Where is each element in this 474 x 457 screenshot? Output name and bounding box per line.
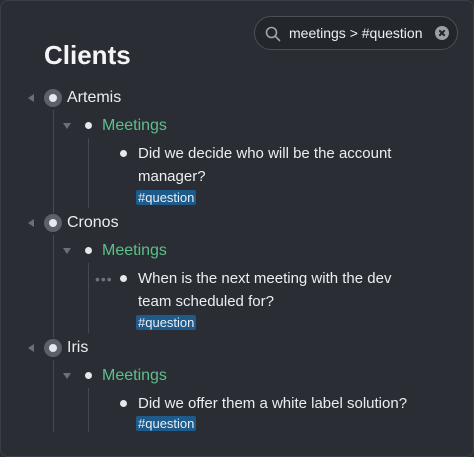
bullet-icon[interactable]	[44, 214, 62, 232]
bullet-icon[interactable]	[44, 339, 62, 357]
page-title: Clients	[44, 40, 131, 70]
bullet-icon[interactable]	[120, 400, 127, 407]
section-meetings[interactable]: Meetings	[102, 116, 167, 136]
question-line[interactable]: Did we decide who will be the account	[138, 142, 391, 165]
indent-guide	[53, 235, 54, 338]
indent-guide	[88, 138, 89, 208]
indent-guide	[88, 263, 89, 333]
more-dots-icon[interactable]: •••	[95, 272, 113, 286]
indent-guide	[53, 360, 54, 432]
search-query[interactable]: meetings > #question	[289, 17, 422, 49]
bullet-icon[interactable]	[85, 372, 92, 379]
bullet-icon[interactable]	[44, 89, 62, 107]
section-meetings[interactable]: Meetings	[102, 241, 167, 261]
question-line[interactable]: When is the next meeting with the dev	[138, 267, 391, 290]
search-icon[interactable]	[265, 26, 281, 42]
collapse-triangle-icon[interactable]	[63, 123, 71, 129]
indent-guide	[88, 388, 89, 432]
question-line[interactable]: team scheduled for?	[138, 290, 274, 313]
bullet-icon[interactable]	[85, 247, 92, 254]
tag-label[interactable]: #question	[136, 315, 197, 330]
collapse-triangle-icon[interactable]	[63, 248, 71, 254]
bullet-icon[interactable]	[120, 150, 127, 157]
clear-icon[interactable]	[435, 26, 449, 40]
collapse-triangle-icon[interactable]	[28, 344, 34, 352]
collapse-triangle-icon[interactable]	[28, 219, 34, 227]
client-name[interactable]: Iris	[67, 338, 88, 358]
question-line[interactable]: manager?	[138, 165, 206, 188]
search-bar[interactable]: meetings > #question	[254, 16, 458, 50]
collapse-triangle-icon[interactable]	[28, 94, 34, 102]
tag-label[interactable]: #question	[136, 190, 197, 205]
bullet-icon[interactable]	[120, 275, 127, 282]
question-line[interactable]: Did we offer them a white label solution…	[138, 392, 407, 415]
client-name[interactable]: Artemis	[67, 88, 121, 108]
tag-question[interactable]: #question	[136, 415, 197, 433]
indent-guide	[53, 110, 54, 213]
tag-question[interactable]: #question	[136, 189, 197, 207]
tag-question[interactable]: #question	[136, 314, 197, 332]
section-meetings[interactable]: Meetings	[102, 366, 167, 386]
client-name[interactable]: Cronos	[67, 213, 119, 233]
tag-label[interactable]: #question	[136, 416, 197, 431]
bullet-icon[interactable]	[85, 122, 92, 129]
collapse-triangle-icon[interactable]	[63, 373, 71, 379]
